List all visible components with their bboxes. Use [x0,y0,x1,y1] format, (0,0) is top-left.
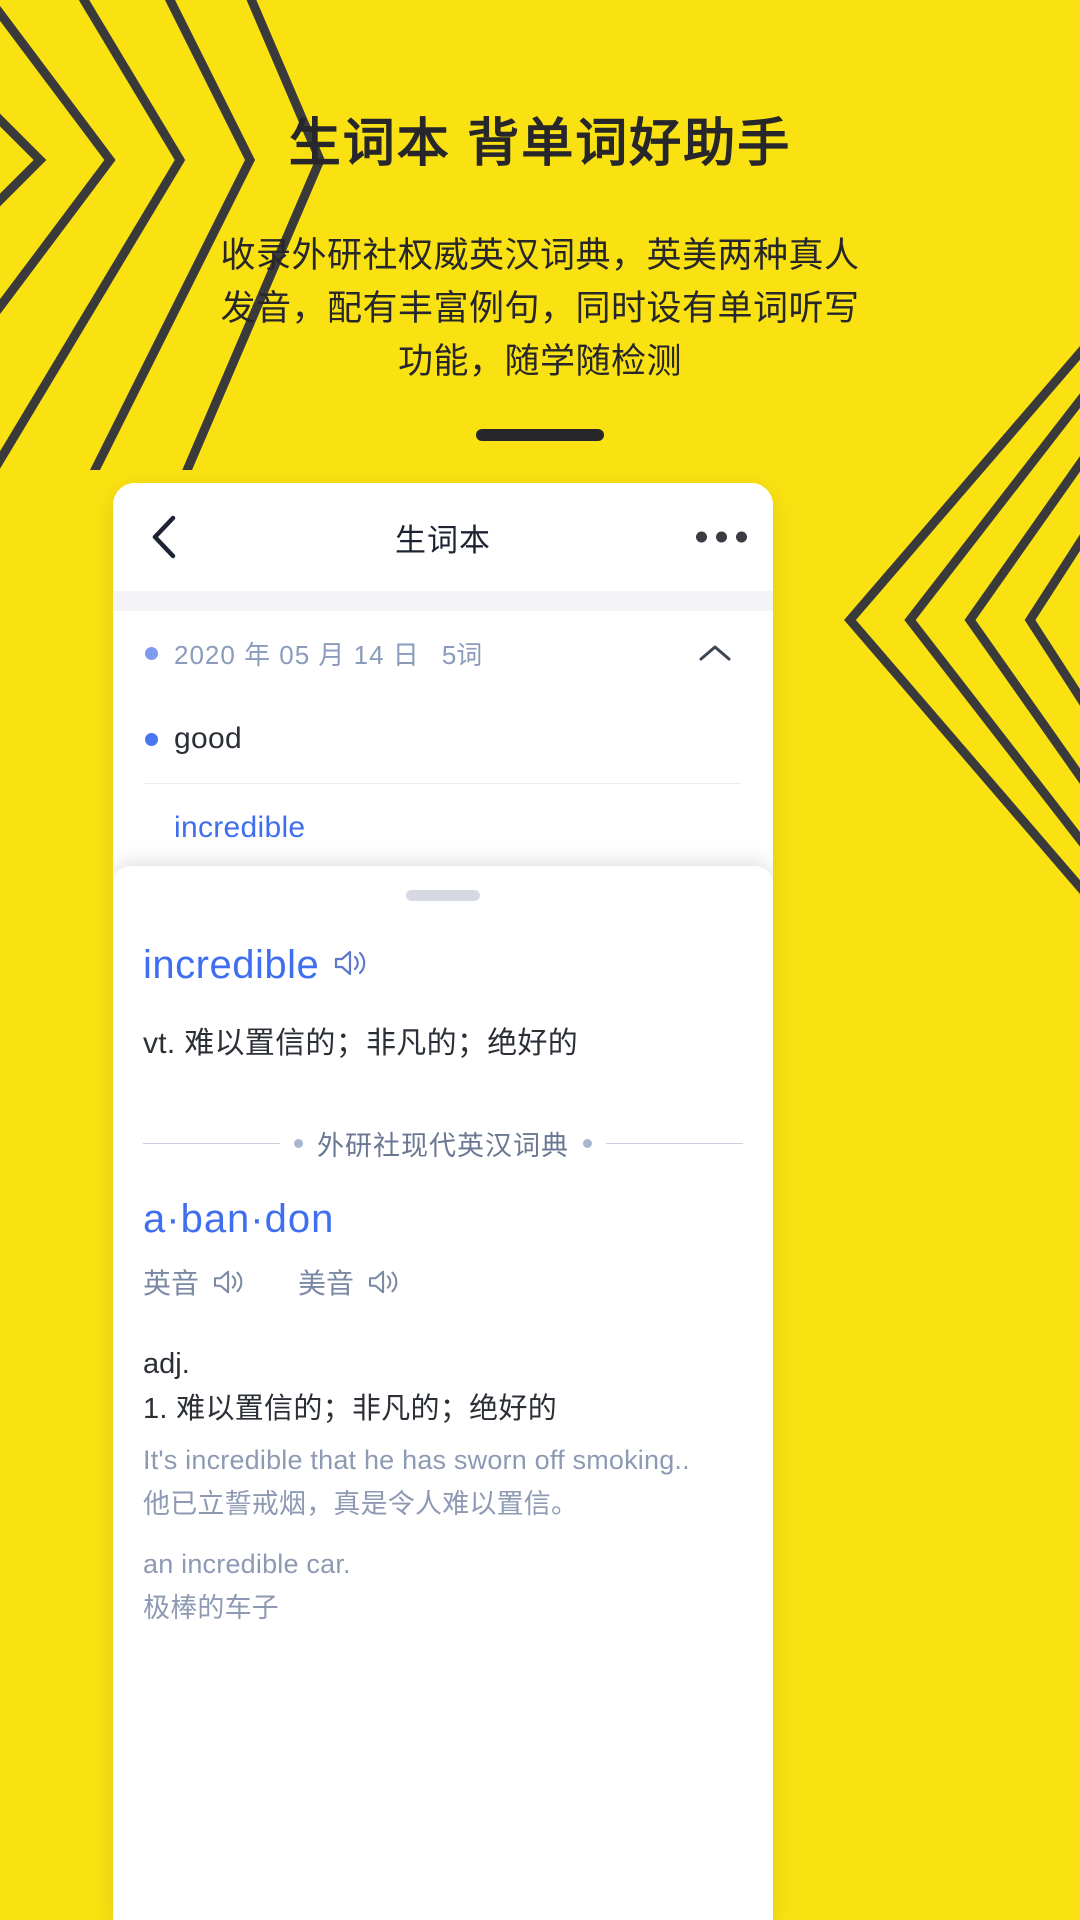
entry-definition: vt. 难以置信的；非凡的；绝好的 [143,1027,579,1060]
drag-handle[interactable] [406,890,480,901]
group-collapse-toggle[interactable] [693,631,737,675]
word-detail-sheet: incredible vt. 难以置信的；非凡的；绝好的 外研社现代英汉词典 a… [113,866,773,1920]
back-button[interactable] [141,513,189,561]
section-separator [113,591,773,611]
entry-headline: incredible [143,943,743,988]
divider-line [143,1143,280,1144]
wordbook-list: 2020 年 05 月 14 日 5词 good incredible [113,611,773,871]
divider-node-icon [583,1139,592,1148]
wordbook-group-header[interactable]: 2020 年 05 月 14 日 5词 [145,611,741,695]
group-date-label: 2020 年 05 月 14 日 [174,639,420,670]
pronunciation-us-label: 美音 [298,1268,355,1299]
pronunciation-us[interactable]: 美音 [298,1262,401,1302]
example-chinese: 极棒的车子 [143,1593,279,1623]
list-item[interactable]: incredible [145,783,741,871]
example-sentence: an incredible car. 极棒的车子 [143,1549,743,1625]
sense-definition: 1. 难以置信的；非凡的；绝好的 [143,1393,558,1425]
phone-screenshot-card: 生词本 2020 年 05 月 14 日 5词 good incredible [113,483,773,1920]
pronunciation-uk[interactable]: 英音 [143,1262,246,1302]
bullet-dot-icon [145,646,158,660]
speaker-icon[interactable] [212,1268,246,1296]
pronunciation-uk-label: 英音 [143,1268,200,1299]
pronunciation-row: 英音 美音 [143,1262,743,1302]
navbar-title: 生词本 [395,522,491,558]
more-horizontal-icon-dot [716,531,727,543]
example-english: an incredible car. [143,1549,351,1579]
more-horizontal-icon-dot [696,531,707,543]
example-english: It's incredible that he has sworn off sm… [143,1445,690,1475]
hero-subtitle: 收录外研社权威英汉词典，英美两种真人发音，配有丰富例句，同时设有单词听写功能，随… [220,236,860,382]
more-options-button[interactable] [696,531,747,543]
hero-divider [476,428,604,441]
group-word-count: 5词 [441,639,483,670]
divider-line [606,1143,743,1144]
app-navbar: 生词本 [113,483,773,591]
part-of-speech-label: adj. [143,1348,190,1380]
chevron-left-icon [150,513,180,561]
entry-word-label: incredible [143,943,320,987]
divider-node-icon [294,1139,303,1148]
word-label: good [174,722,242,755]
page-title: 生词本 背单词好助手 [288,115,792,173]
headword-label: a·ban·don [143,1197,335,1241]
dictionary-name-label: 外研社现代英汉词典 [317,1131,569,1161]
hero-section: 生词本 背单词好助手 收录外研社权威英汉词典，英美两种真人发音，配有丰富例句，同… [0,0,1080,441]
dictionary-source-divider: 外研社现代英汉词典 [143,1124,743,1163]
list-item[interactable]: good [145,695,741,783]
speaker-icon[interactable] [333,948,369,978]
more-horizontal-icon-dot [736,531,747,543]
example-chinese: 他已立誓戒烟，真是令人难以置信。 [143,1489,579,1519]
example-sentence: It's incredible that he has sworn off sm… [143,1445,743,1521]
bullet-dot-icon [145,732,158,746]
speaker-icon[interactable] [367,1268,401,1296]
word-label: incredible [174,810,306,844]
